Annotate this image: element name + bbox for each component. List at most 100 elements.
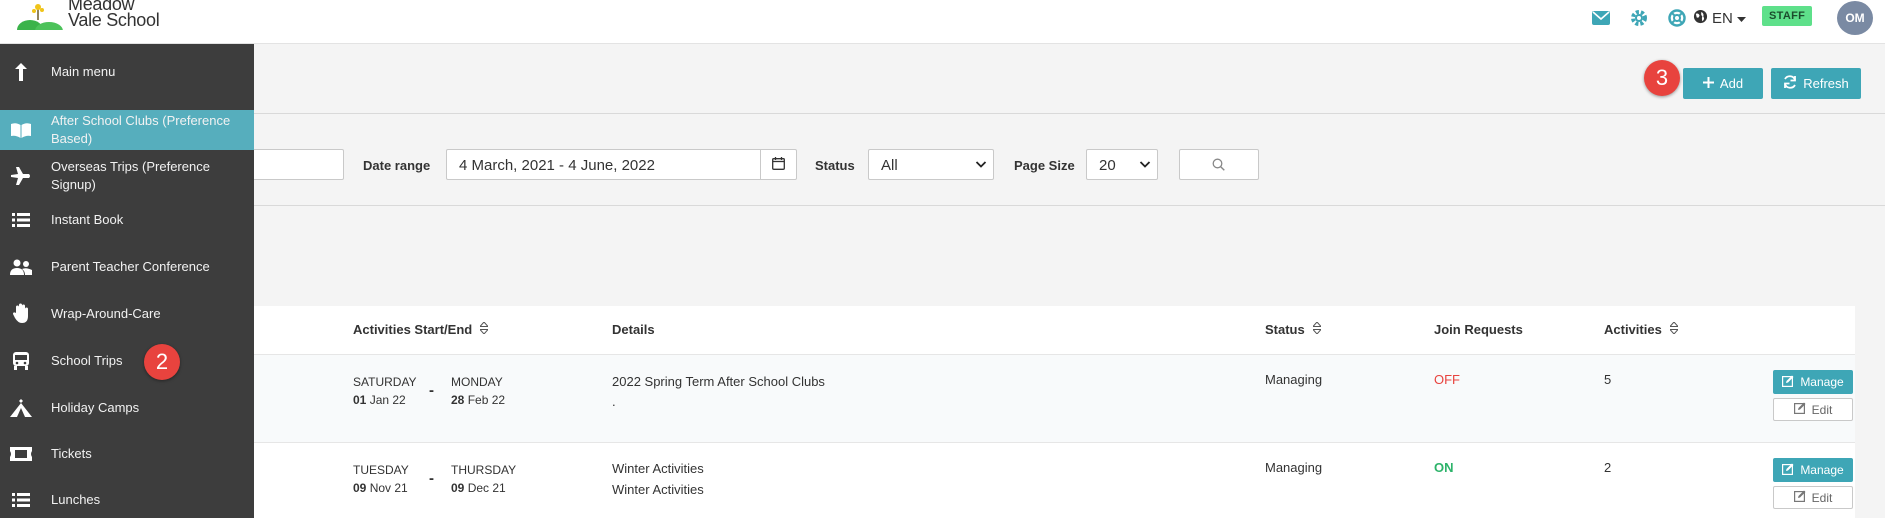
sidebar-item-holiday-camps[interactable]: Holiday Camps — [0, 390, 254, 426]
end-month-year: Dec 21 — [467, 481, 506, 495]
arrow-up-icon — [10, 61, 32, 83]
page-size-label: Page Size — [1014, 158, 1075, 173]
activity-subtitle: Winter Activities — [612, 482, 704, 497]
edit-button[interactable]: Edit — [1773, 486, 1853, 509]
sidebar-item-label: Holiday Camps — [51, 400, 140, 415]
activity-details: 2022 Spring Term After School Clubs . — [612, 372, 825, 412]
edit-button-label: Edit — [1811, 490, 1833, 505]
column-header-label: Join Requests — [1434, 322, 1523, 337]
page-header — [254, 44, 1885, 114]
search-text-input[interactable] — [240, 149, 344, 180]
gear-icon[interactable] — [1628, 7, 1650, 29]
manage-button-label: Manage — [1800, 463, 1844, 477]
hand-icon — [10, 302, 32, 324]
edit-button[interactable]: Edit — [1773, 398, 1853, 421]
end-day-num: 09 — [451, 481, 465, 495]
status-select[interactable]: All — [868, 149, 994, 180]
end-month-year: Feb 22 — [467, 393, 506, 407]
sidebar-item-overseas-trips[interactable]: Overseas Trips (Preference Signup) — [0, 156, 254, 196]
sidebar-item-label: Lunches — [51, 492, 101, 507]
join-requests-value: OFF — [1434, 372, 1460, 387]
language-selector[interactable]: EN — [1693, 9, 1746, 28]
sidebar-item-after-school-clubs[interactable]: After School Clubs (Preference Based) — [0, 110, 254, 150]
top-header: Meadow Vale School EN STAFF OM — [0, 0, 1885, 44]
globe-icon — [1693, 9, 1708, 28]
role-badge: STAFF — [1762, 6, 1813, 26]
sidebar-item-label: Instant Book — [51, 212, 124, 227]
annotation-badge-3: 3 — [1644, 60, 1680, 96]
school-logo[interactable]: Meadow Vale School — [16, 0, 160, 40]
logo-mark-icon — [16, 0, 64, 40]
chevron-down-icon — [1139, 158, 1151, 170]
refresh-icon — [1783, 75, 1797, 92]
sidebar-item-label: After School Clubs (Preference Based) — [51, 113, 231, 146]
end-date: MONDAY 28 Feb 22 — [451, 373, 505, 409]
sidebar-item-parent-teacher-conference[interactable]: Parent Teacher Conference — [0, 249, 254, 285]
activities-count: 2 — [1604, 460, 1612, 475]
language-code: EN — [1712, 10, 1733, 27]
start-day-num: 01 — [353, 393, 367, 407]
refresh-button[interactable]: Refresh — [1771, 68, 1861, 99]
date-separator: - — [429, 382, 434, 399]
sort-icon — [479, 321, 490, 337]
sidebar-item-label: Main menu — [51, 64, 116, 79]
end-day-num: 28 — [451, 393, 465, 407]
sidebar-item-lunches[interactable]: Lunches — [0, 482, 254, 518]
page-size-select[interactable]: 20 — [1086, 149, 1158, 180]
activities-count: 5 — [1604, 372, 1612, 387]
column-header-details: Details — [612, 322, 655, 337]
sidebar-item-main-menu[interactable]: Main menu — [0, 54, 254, 90]
edit-square-icon — [1782, 375, 1794, 390]
column-header-join-requests: Join Requests — [1434, 322, 1523, 337]
add-button-label: Add — [1719, 76, 1744, 91]
sort-icon — [1311, 321, 1322, 337]
page-size-value: 20 — [1099, 157, 1116, 174]
users-icon — [10, 256, 32, 278]
sidebar-item-tickets[interactable]: Tickets — [0, 436, 254, 472]
activity-subtitle: . — [612, 394, 616, 409]
activity-title: Winter Activities — [612, 461, 704, 476]
plane-icon — [10, 165, 32, 187]
help-lifebuoy-icon[interactable] — [1666, 7, 1688, 29]
start-day: SATURDAY — [353, 375, 417, 389]
school-name: Meadow Vale School — [68, 0, 160, 30]
column-header-status[interactable]: Status — [1265, 321, 1322, 337]
bus-icon — [10, 350, 32, 372]
user-avatar[interactable]: OM — [1837, 1, 1873, 35]
sort-icon — [1668, 321, 1679, 337]
start-date: TUESDAY 09 Nov 21 — [353, 461, 409, 497]
column-header-label: Activities — [1604, 322, 1662, 337]
sidebar-item-wrap-around-care[interactable]: Wrap-Around-Care — [0, 296, 254, 332]
activity-details: Winter Activities Winter Activities — [612, 458, 704, 500]
status-select-value: All — [881, 157, 898, 174]
end-day: MONDAY — [451, 375, 503, 389]
activity-title: 2022 Spring Term After School Clubs — [612, 374, 825, 389]
sidebar-item-school-trips[interactable]: School Trips — [0, 343, 254, 379]
status-value: Managing — [1265, 372, 1323, 387]
column-header-activities[interactable]: Activities — [1604, 321, 1679, 337]
edit-button-label: Edit — [1811, 402, 1833, 417]
school-name-line2: Vale School — [68, 10, 160, 30]
date-range-label: Date range — [363, 158, 431, 173]
status-filter-label: Status — [815, 158, 855, 173]
manage-button[interactable]: Manage — [1773, 370, 1853, 394]
mail-icon[interactable] — [1590, 7, 1612, 29]
edit-square-icon — [1782, 463, 1794, 478]
search-icon — [1212, 158, 1225, 174]
sidebar-item-label: Overseas Trips (Preference Signup) — [51, 159, 210, 192]
sidebar-item-label: Parent Teacher Conference — [51, 259, 210, 274]
sidebar-item-instant-book[interactable]: Instant Book — [0, 202, 254, 238]
date-range-input[interactable]: 4 March, 2021 - 4 June, 2022 — [446, 149, 797, 180]
calendar-button[interactable] — [760, 150, 796, 179]
manage-button[interactable]: Manage — [1773, 458, 1853, 482]
column-header-start-end[interactable]: Activities Start/End — [353, 321, 490, 337]
status-value: Managing — [1265, 460, 1323, 475]
join-requests-value: ON — [1434, 460, 1454, 475]
end-date: THURSDAY 09 Dec 21 — [451, 461, 516, 497]
add-button[interactable]: Add — [1683, 68, 1763, 99]
column-header-label: Status — [1265, 322, 1305, 337]
column-header-label: Activities Start/End — [353, 322, 473, 337]
edit-square-icon — [1793, 490, 1806, 505]
annotation-badge-2: 2 — [144, 344, 180, 380]
search-button[interactable] — [1179, 149, 1259, 180]
